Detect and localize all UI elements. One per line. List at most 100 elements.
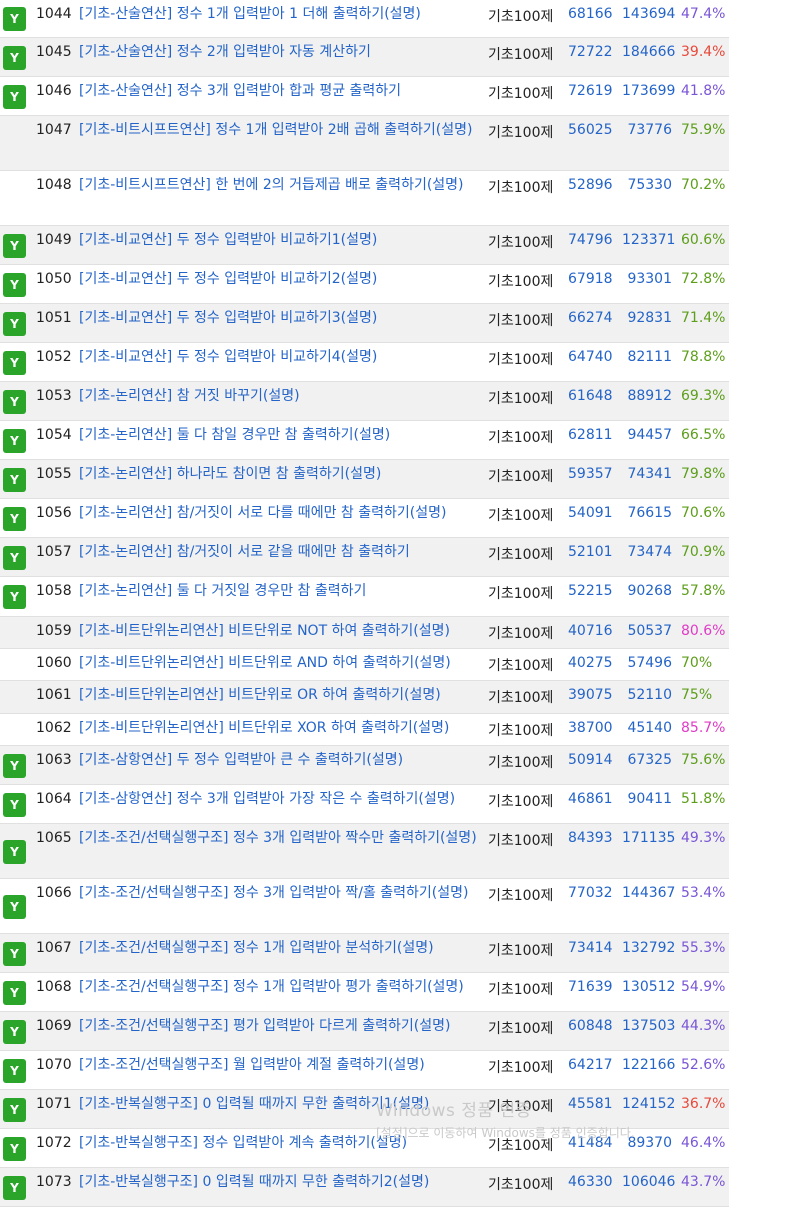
submission-count[interactable]: 106046 xyxy=(622,1174,675,1190)
submission-count[interactable]: 132792 xyxy=(622,940,675,956)
problem-title-link[interactable]: [기초-비트시프트연산] 정수 1개 입력받아 2배 곱해 출력하기(설명) xyxy=(79,119,477,141)
problem-title-link[interactable]: [기초-논리연산] 둘 다 거짓일 경우만 참 출력하기 xyxy=(79,580,477,602)
submission-count[interactable]: 94457 xyxy=(622,427,672,443)
solved-count[interactable]: 40716 xyxy=(568,623,613,639)
solved-count[interactable]: 64740 xyxy=(568,349,613,365)
solved-count[interactable]: 41484 xyxy=(568,1135,613,1151)
table-row: Y 1054 [기초-논리연산] 둘 다 참일 경우만 참 출력하기(설명) 기초10… xyxy=(0,421,729,460)
problem-id: 1066 xyxy=(36,885,72,901)
solved-count[interactable]: 38700 xyxy=(568,720,613,736)
solved-count[interactable]: 62811 xyxy=(568,427,613,443)
submission-count[interactable]: 92831 xyxy=(622,310,672,326)
solved-count[interactable]: 77032 xyxy=(568,885,613,901)
table-row: Y 1070 [기초-조건/선택실행구조] 월 입력받아 계절 출력하기(설명) 기초… xyxy=(0,1051,729,1090)
submission-count[interactable]: 52110 xyxy=(622,687,672,703)
submission-count[interactable]: 75330 xyxy=(622,177,672,193)
submission-count[interactable]: 90268 xyxy=(622,583,672,599)
solved-count[interactable]: 52215 xyxy=(568,583,613,599)
problem-title-link[interactable]: [기초-비교연산] 두 정수 입력받아 비교하기1(설명) xyxy=(79,229,477,251)
solved-count[interactable]: 52101 xyxy=(568,544,613,560)
problem-title-link[interactable]: [기초-비트시프트연산] 한 번에 2의 거듭제곱 배로 출력하기(설명) xyxy=(79,174,477,196)
submission-count[interactable]: 143694 xyxy=(622,6,675,22)
problem-title-link[interactable]: [기초-비교연산] 두 정수 입력받아 비교하기2(설명) xyxy=(79,268,477,290)
solved-count[interactable]: 39075 xyxy=(568,687,613,703)
submission-count[interactable]: 137503 xyxy=(622,1018,675,1034)
solved-count[interactable]: 84393 xyxy=(568,830,613,846)
submission-count[interactable]: 50537 xyxy=(622,623,672,639)
solved-count[interactable]: 56025 xyxy=(568,122,613,138)
problem-title-link[interactable]: [기초-비트단위논리연산] 비트단위로 OR 하여 출력하기(설명) xyxy=(79,684,477,706)
problem-title-link[interactable]: [기초-산술연산] 정수 2개 입력받아 자동 계산하기 xyxy=(79,41,477,63)
submission-count[interactable]: 73776 xyxy=(622,122,672,138)
solved-count[interactable]: 66274 xyxy=(568,310,613,326)
solved-count[interactable]: 68166 xyxy=(568,6,613,22)
problem-title-link[interactable]: [기초-조건/선택실행구조] 정수 1개 입력받아 분석하기(설명) xyxy=(79,937,477,959)
problem-title-link[interactable]: [기초-반복실행구조] 0 입력될 때까지 무한 출력하기2(설명) xyxy=(79,1171,477,1193)
problem-category: 기초100제 xyxy=(488,658,554,674)
submission-count[interactable]: 122166 xyxy=(622,1057,675,1073)
problem-title-link[interactable]: [기초-논리연산] 참/거짓이 서로 다를 때에만 참 출력하기(설명) xyxy=(79,502,477,524)
solved-count[interactable]: 72619 xyxy=(568,83,613,99)
table-row: Y 1058 [기초-논리연산] 둘 다 거짓일 경우만 참 출력하기 기초100제 5… xyxy=(0,577,729,617)
submission-count[interactable]: 76615 xyxy=(622,505,672,521)
solved-count[interactable]: 54091 xyxy=(568,505,613,521)
problem-title-link[interactable]: [기초-조건/선택실행구조] 정수 1개 입력받아 평가 출력하기(설명) xyxy=(79,976,477,998)
solved-badge: Y xyxy=(3,390,26,414)
solved-count[interactable]: 60848 xyxy=(568,1018,613,1034)
problem-title-link[interactable]: [기초-조건/선택실행구조] 평가 입력받아 다르게 출력하기(설명) xyxy=(79,1015,477,1037)
submission-count[interactable]: 130512 xyxy=(622,979,675,995)
problem-title-link[interactable]: [기초-비트단위논리연산] 비트단위로 XOR 하여 출력하기(설명) xyxy=(79,717,477,739)
solved-count[interactable]: 59357 xyxy=(568,466,613,482)
solved-count[interactable]: 46861 xyxy=(568,791,613,807)
problem-title-link[interactable]: [기초-반복실행구조] 정수 입력받아 계속 출력하기(설명) xyxy=(79,1132,477,1154)
problem-title-link[interactable]: [기초-산술연산] 정수 3개 입력받아 합과 평균 출력하기 xyxy=(79,80,477,102)
submission-count[interactable]: 144367 xyxy=(622,885,675,901)
problem-title-link[interactable]: [기초-논리연산] 둘 다 참일 경우만 참 출력하기(설명) xyxy=(79,424,477,446)
solved-count[interactable]: 52896 xyxy=(568,177,613,193)
solved-count[interactable]: 67918 xyxy=(568,271,613,287)
solved-count[interactable]: 61648 xyxy=(568,388,613,404)
problem-title-link[interactable]: [기초-논리연산] 참 거짓 바꾸기(설명) xyxy=(79,385,477,407)
submission-count[interactable]: 93301 xyxy=(622,271,672,287)
solved-count[interactable]: 71639 xyxy=(568,979,613,995)
problem-id: 1062 xyxy=(36,720,72,736)
solved-count[interactable]: 64217 xyxy=(568,1057,613,1073)
submission-count[interactable]: 124152 xyxy=(622,1096,675,1112)
submission-count[interactable]: 82111 xyxy=(622,349,672,365)
submission-count[interactable]: 184666 xyxy=(622,44,675,60)
problem-title-link[interactable]: [기초-조건/선택실행구조] 월 입력받아 계절 출력하기(설명) xyxy=(79,1054,477,1076)
problem-title-link[interactable]: [기초-조건/선택실행구조] 정수 3개 입력받아 짝/홀 출력하기(설명) xyxy=(79,882,477,904)
submission-count[interactable]: 173699 xyxy=(622,83,675,99)
problem-title-link[interactable]: [기초-논리연산] 하나라도 참이면 참 출력하기(설명) xyxy=(79,463,477,485)
submission-count[interactable]: 57496 xyxy=(622,655,672,671)
table-row: 1048 [기초-비트시프트연산] 한 번에 2의 거듭제곱 배로 출력하기(설명… xyxy=(0,171,729,226)
problem-title-link[interactable]: [기초-반복실행구조] 0 입력될 때까지 무한 출력하기1(설명) xyxy=(79,1093,477,1115)
submission-count[interactable]: 90411 xyxy=(622,791,672,807)
solved-count[interactable]: 74796 xyxy=(568,232,613,248)
solved-count[interactable]: 46330 xyxy=(568,1174,613,1190)
submission-count[interactable]: 67325 xyxy=(622,752,672,768)
solved-badge: Y xyxy=(3,507,26,531)
solved-count[interactable]: 50914 xyxy=(568,752,613,768)
submission-count[interactable]: 89370 xyxy=(622,1135,672,1151)
problem-title-link[interactable]: [기초-논리연산] 참/거짓이 서로 같을 때에만 참 출력하기 xyxy=(79,541,477,563)
solved-count[interactable]: 73414 xyxy=(568,940,613,956)
problem-title-link[interactable]: [기초-비교연산] 두 정수 입력받아 비교하기4(설명) xyxy=(79,346,477,368)
problem-title-link[interactable]: [기초-비트단위논리연산] 비트단위로 NOT 하여 출력하기(설명) xyxy=(79,620,477,642)
submission-count[interactable]: 171135 xyxy=(622,830,675,846)
submission-count[interactable]: 45140 xyxy=(622,720,672,736)
submission-count[interactable]: 88912 xyxy=(622,388,672,404)
correct-rate: 57.8% xyxy=(681,583,726,599)
problem-title-link[interactable]: [기초-산술연산] 정수 1개 입력받아 1 더해 출력하기(설명) xyxy=(79,3,477,25)
submission-count[interactable]: 73474 xyxy=(622,544,672,560)
problem-title-link[interactable]: [기초-비교연산] 두 정수 입력받아 비교하기3(설명) xyxy=(79,307,477,329)
solved-count[interactable]: 40275 xyxy=(568,655,613,671)
problem-title-link[interactable]: [기초-조건/선택실행구조] 정수 3개 입력받아 짝수만 출력하기(설명) xyxy=(79,827,477,849)
submission-count[interactable]: 123371 xyxy=(622,232,675,248)
problem-title-link[interactable]: [기초-삼항연산] 정수 3개 입력받아 가장 작은 수 출력하기(설명) xyxy=(79,788,477,810)
solved-count[interactable]: 72722 xyxy=(568,44,613,60)
problem-title-link[interactable]: [기초-삼항연산] 두 정수 입력받아 큰 수 출력하기(설명) xyxy=(79,749,477,771)
submission-count[interactable]: 74341 xyxy=(622,466,672,482)
solved-count[interactable]: 45581 xyxy=(568,1096,613,1112)
problem-title-link[interactable]: [기초-비트단위논리연산] 비트단위로 AND 하여 출력하기(설명) xyxy=(79,652,477,674)
